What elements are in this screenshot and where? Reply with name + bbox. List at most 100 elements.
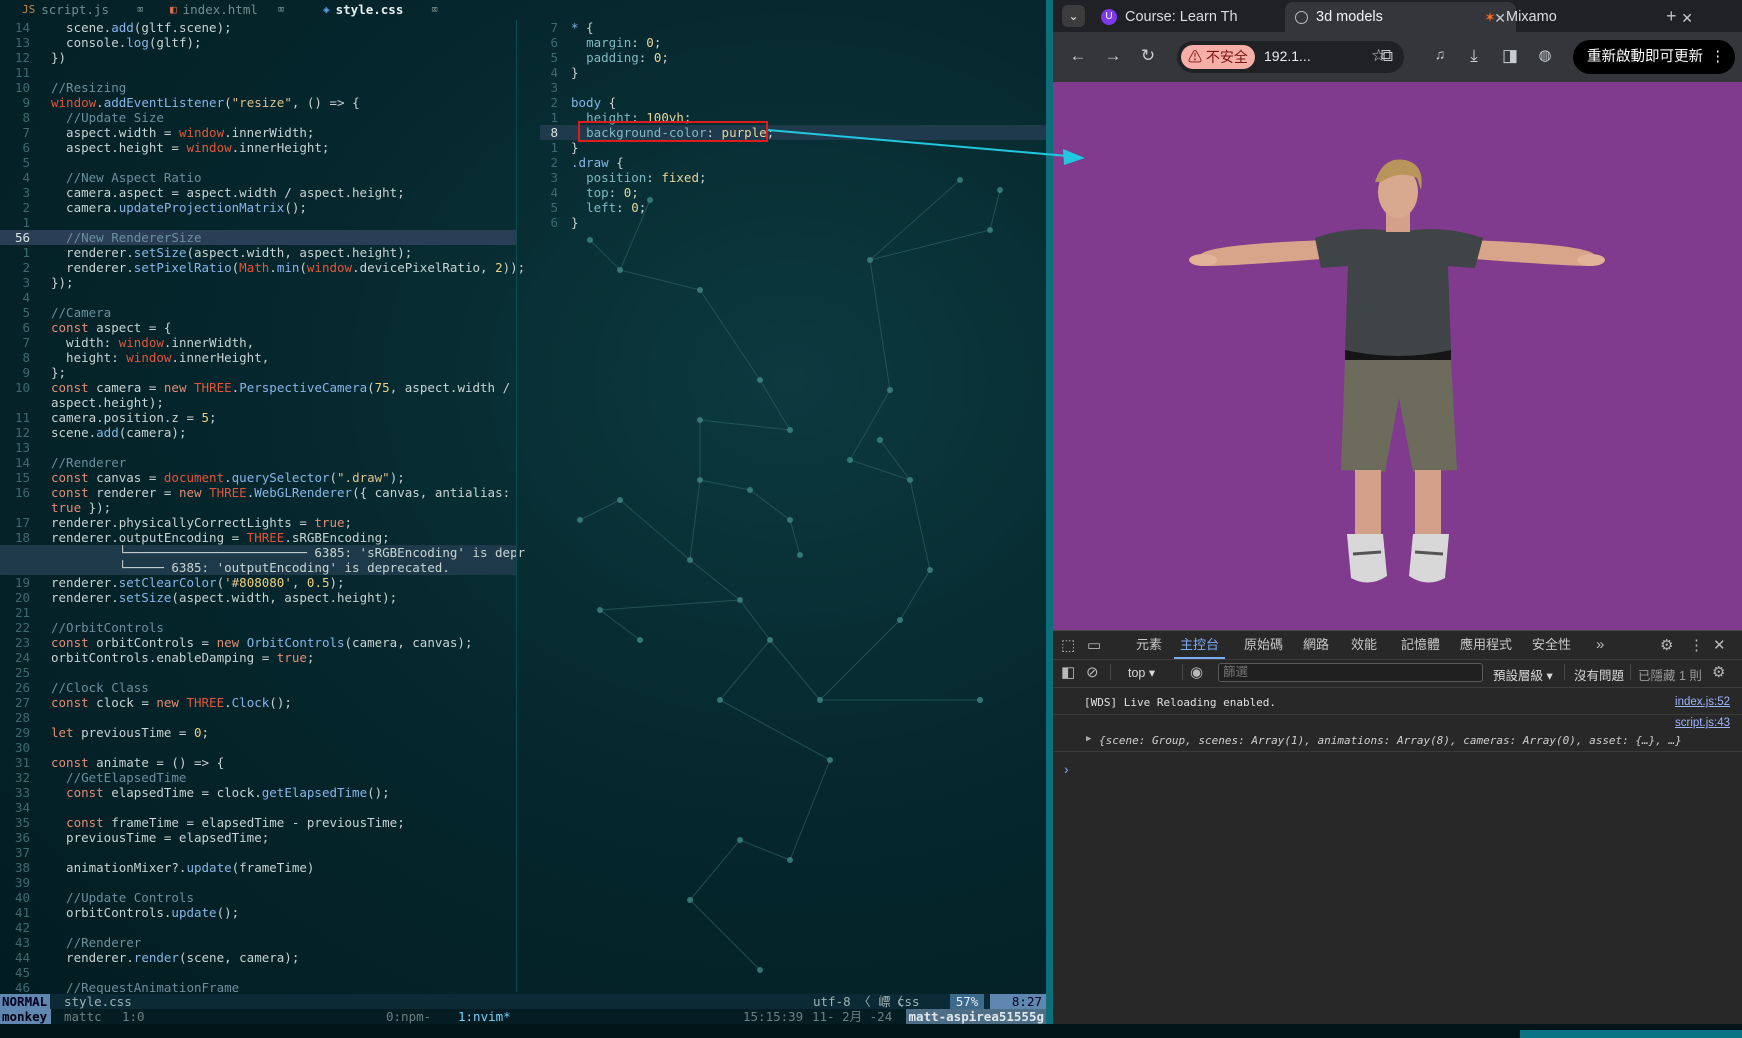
code-line[interactable]: 8 //Update Size [0,110,516,125]
code-line[interactable]: 3 camera.aspect = aspect.width / aspect.… [0,185,516,200]
close-icon[interactable]: ✕ [1681,10,1693,27]
code-line[interactable]: 37 [0,845,516,860]
code-line[interactable]: aspect.height); [0,395,516,410]
console-prompt-icon[interactable]: › [1064,761,1069,777]
code-line[interactable]: 23 const orbitControls = new OrbitControl… [0,635,516,650]
code-line[interactable]: 5 left: 0; [540,200,1048,215]
devtools-tab-console[interactable]: 主控台 [1174,631,1226,659]
code-line[interactable]: 3}); [0,275,516,290]
code-line[interactable]: 16 const renderer = new THREE.WebGLRender… [0,485,516,500]
code-line[interactable]: 2 renderer.setPixelRatio(Math.min(window… [0,260,525,275]
tab-index-html[interactable]: ◧ index.html ⌧ [170,0,285,20]
code-line[interactable]: 17 renderer.physicallyCorrectLights = tru… [0,515,516,530]
extensions-icon[interactable]: ⧉ [1376,46,1398,66]
code-line[interactable]: 7 aspect.width = window.innerWidth; [0,125,516,140]
url-text[interactable]: 192.1... [1264,48,1311,64]
code-line[interactable]: 20 renderer.setSize(aspect.width, aspect.… [0,590,516,605]
code-line[interactable]: 5 [0,155,516,170]
tab-script-js[interactable]: JS script.js ⌧ [22,0,144,20]
code-line[interactable]: 44 renderer.render(scene, camera); [0,950,516,965]
code-line[interactable]: 33 const elapsedTime = clock.getElapsedT… [0,785,516,800]
code-line[interactable]: 21 [0,605,516,620]
tab-style-css[interactable]: ◈ style.css ⌧ [323,0,438,20]
clear-console-icon[interactable]: ⊘ [1086,663,1099,681]
code-line[interactable]: 13 [0,440,516,455]
sidebar-toggle-icon[interactable]: ◧ [1061,663,1075,681]
reload-icon[interactable]: ↻ [1137,46,1159,66]
code-line[interactable]: 29 let previousTime = 0; [0,725,516,740]
more-tabs-icon[interactable]: » [1596,636,1604,653]
code-line[interactable]: 4} [540,65,1048,80]
code-line[interactable]: 4 [0,290,516,305]
code-line[interactable]: 15 const canvas = document.querySelector(… [0,470,516,485]
code-line[interactable]: 10 const camera = new THREE.PerspectiveCa… [0,380,516,395]
code-line[interactable]: 1 [0,215,516,230]
more-options-icon[interactable]: ⋮ [1689,636,1704,654]
code-line[interactable]: 25 [0,665,516,680]
code-line[interactable]: 18 renderer.outputEncoding = THREE.sRGBEn… [0,530,516,545]
code-line[interactable]: 43 //Renderer [0,935,516,950]
not-secure-badge[interactable]: ⚠ 不安全 [1181,45,1255,69]
code-line[interactable]: 6 aspect.height = window.innerHeight; [0,140,516,155]
code-line[interactable]: 14 //Renderer [0,455,516,470]
code-line[interactable]: 7 * { [540,20,1048,35]
code-line[interactable]: 40 //Update Controls [0,890,516,905]
code-line[interactable]: 12 scene.add(camera); [0,425,516,440]
code-line[interactable]: 19 renderer.setClearColor('#808080', 0.5)… [0,575,516,590]
code-line[interactable]: 56 //New RendererSize [0,230,516,245]
3d-character-model[interactable] [1053,82,1742,630]
code-line[interactable]: 7 width: window.innerWidth, [0,335,516,350]
code-line[interactable]: └──────────────────────── 6385: 'sRGBEnc… [0,545,525,560]
code-line[interactable]: 5 padding: 0; [540,50,1048,65]
more-menu-icon[interactable]: ⋮ [1711,40,1726,74]
code-line[interactable]: 30 [0,740,516,755]
console-output[interactable]: [WDS] Live Reloading enabled. index.js:5… [1053,689,1742,1019]
forward-icon[interactable]: → [1102,46,1124,66]
devtools-tab-sources[interactable]: 原始碼 [1244,631,1283,659]
close-icon[interactable]: ⌧ [278,0,285,20]
close-icon[interactable]: ⌧ [137,0,144,20]
code-line[interactable]: 11 camera.position.z = 5; [0,410,516,425]
code-line[interactable]: 35 const frameTime = elapsedTime - previ… [0,815,516,830]
code-line[interactable]: 2 body { [540,95,1048,110]
new-tab-button[interactable]: + [1666,6,1677,27]
context-selector[interactable]: top ▾ [1128,665,1155,680]
code-line[interactable]: 32 //GetElapsedTime [0,770,516,785]
address-bar[interactable]: ⚠ 不安全 192.1... ☆ [1177,41,1404,73]
tmux-window-npm[interactable]: 0:npm- [386,1009,431,1024]
nvim-editor[interactable]: JS script.js ⌧ ◧ index.html ⌧ ◈ style.cs… [0,0,1048,1038]
code-line[interactable]: 42 [0,920,516,935]
code-line[interactable]: 5 //Camera [0,305,516,320]
code-line[interactable]: 41 orbitControls.update(); [0,905,516,920]
code-line[interactable]: 11 [0,65,516,80]
devtools-tab-network[interactable]: 網路 [1303,631,1329,659]
code-line[interactable]: 4 //New Aspect Ratio [0,170,516,185]
download-icon[interactable]: ⤓ [1463,46,1485,66]
console-message[interactable]: script.js:43 ▶ {scene: Group, scenes: Ar… [1053,717,1742,752]
code-line[interactable]: 6} [540,215,1048,230]
code-line[interactable]: 3 [540,80,1048,95]
side-panel-icon[interactable]: ◨ [1499,46,1521,66]
code-line[interactable]: 31 const animate = () => { [0,755,516,770]
console-settings-icon[interactable]: ⚙ [1712,663,1725,681]
code-line[interactable]: 14 scene.add(gltf.scene); [0,20,516,35]
code-line[interactable]: 12}) [0,50,516,65]
logged-object[interactable]: {scene: Group, scenes: Array(1), animati… [1099,734,1682,747]
webgl-canvas[interactable] [1053,82,1742,630]
close-icon[interactable]: ⌧ [431,0,438,20]
code-line[interactable]: 27 const clock = new THREE.Clock(); [0,695,516,710]
code-line[interactable]: 28 [0,710,516,725]
code-line[interactable]: 1} [540,140,1048,155]
relaunch-update-button[interactable]: 重新啟動即可更新 ⋮ [1573,40,1735,74]
code-line[interactable]: 6 margin: 0; [540,35,1048,50]
code-line[interactable]: true }); [0,500,516,515]
profile-avatar[interactable]: ◍ [1534,46,1556,64]
code-line[interactable]: 4 top: 0; [540,185,1048,200]
code-line[interactable]: 36 previousTime = elapsedTime; [0,830,516,845]
code-line[interactable]: 26 //Clock Class [0,680,516,695]
media-control-icon[interactable]: ♫ [1429,46,1451,62]
inspect-element-icon[interactable]: ⬚ [1061,636,1075,654]
devtools-tab-elements[interactable]: 元素 [1136,631,1162,659]
code-line[interactable]: 45 [0,965,516,980]
devtools-tab-security[interactable]: 安全性 [1532,631,1571,659]
